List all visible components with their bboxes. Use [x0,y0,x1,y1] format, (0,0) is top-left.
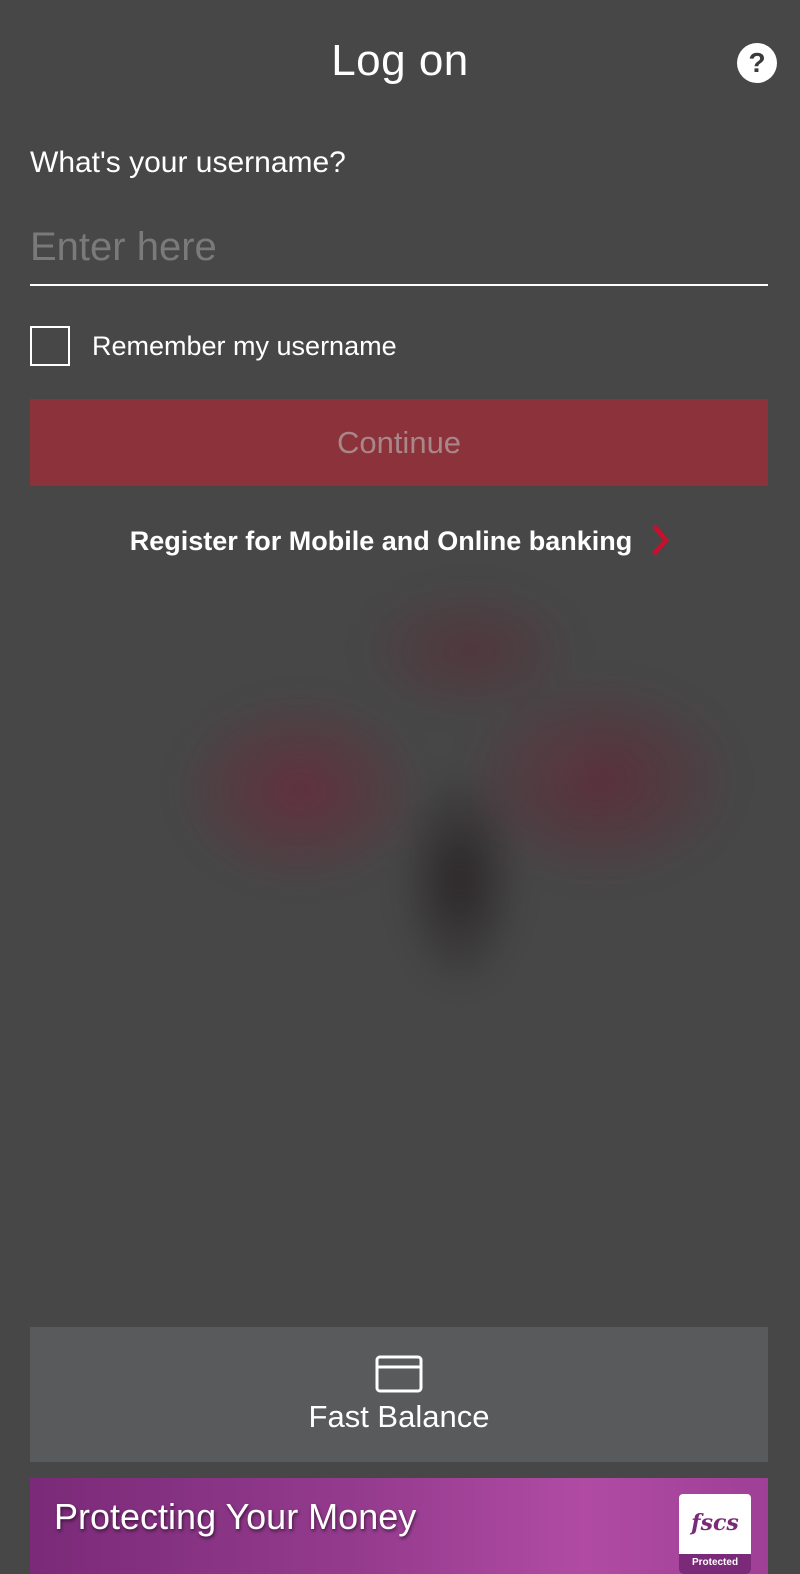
remember-username-label: Remember my username [92,330,397,361]
username-label: What's your username? [30,146,346,179]
checkbox-box[interactable] [30,326,70,366]
register-link-label: Register for Mobile and Online banking [129,526,633,556]
fast-balance-label: Fast Balance [308,1399,490,1434]
page-title: Log on [331,36,469,85]
question-mark-icon: ? [748,47,766,78]
help-button[interactable]: ? [737,43,777,83]
username-input[interactable] [30,210,768,286]
card-icon [375,1355,423,1393]
chevron-right-icon [652,524,670,556]
continue-button[interactable]: Continue [30,399,768,486]
remember-username-checkbox[interactable]: Remember my username [30,324,397,368]
fast-balance-button[interactable]: Fast Balance [30,1327,768,1462]
fscs-logo-text: fscs [691,1510,739,1536]
fscs-logo: fscs Protected [679,1494,751,1574]
protecting-your-money-banner[interactable]: Protecting Your Money fscs Protected [30,1478,768,1574]
banner-title: Protecting Your Money [54,1496,417,1537]
fscs-protected-badge: Protected [679,1554,751,1574]
register-link[interactable]: Register for Mobile and Online banking [0,524,800,557]
header: Log on [0,30,800,94]
